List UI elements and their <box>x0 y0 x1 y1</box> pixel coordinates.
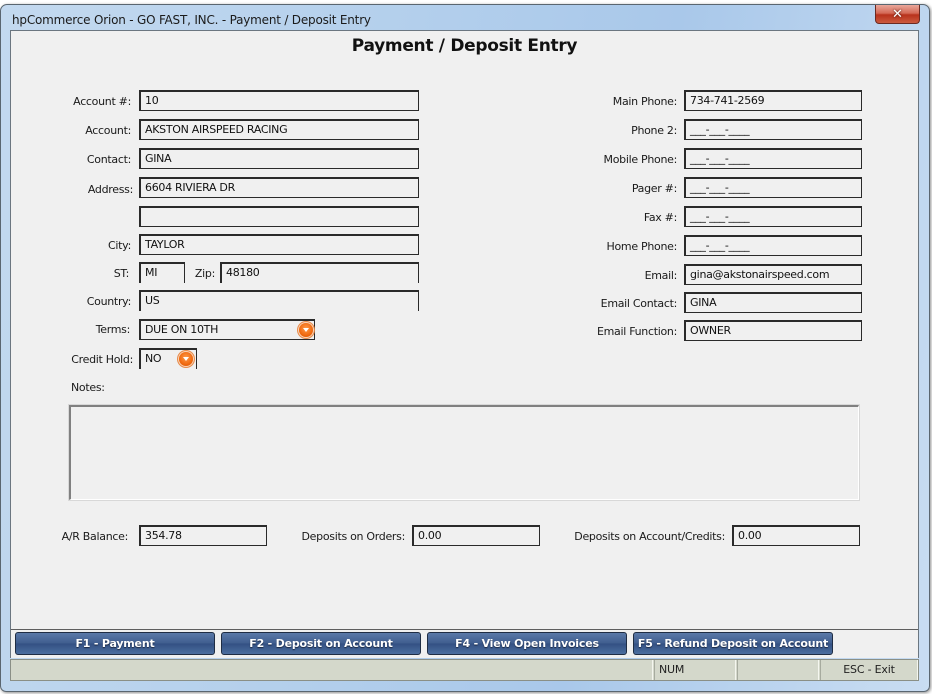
account-field[interactable]: AKSTON AIRSPEED RACING <box>139 119 419 140</box>
ar-balance-field: 354.78 <box>139 525 267 546</box>
chevron-down-icon[interactable] <box>179 352 193 366</box>
status-num-lock: NUM <box>654 660 736 680</box>
button-bar: F1 - Payment F2 - Deposit on Account F4 … <box>11 629 918 658</box>
contact-field[interactable]: GINA <box>139 148 419 169</box>
account-number-label: Account #: <box>73 95 131 108</box>
terms-label: Terms: <box>95 323 131 336</box>
address2-field[interactable] <box>139 206 419 227</box>
email-function-field[interactable]: OWNER <box>684 320 862 341</box>
terms-dropdown[interactable]: DUE ON 10TH <box>139 319 315 340</box>
phone2-field[interactable]: ___-___-____ <box>684 119 862 140</box>
deposits-on-orders-field: 0.00 <box>412 525 540 546</box>
email-contact-field[interactable]: GINA <box>684 292 862 313</box>
contact-label: Contact: <box>86 153 131 166</box>
credit-hold-value: NO <box>145 352 162 365</box>
credit-hold-label: Credit Hold: <box>71 353 133 366</box>
phone2-label: Phone 2: <box>631 124 677 137</box>
zip-label: Zip: <box>194 267 215 280</box>
main-phone-label: Main Phone: <box>612 95 678 108</box>
pager-label: Pager #: <box>631 182 677 195</box>
email-contact-label: Email Contact: <box>600 297 678 310</box>
page-title: Payment / Deposit Entry <box>351 36 578 56</box>
email-label: Email: <box>644 269 678 282</box>
deposits-on-orders-label: Deposits on Orders: <box>301 530 406 543</box>
status-blank <box>737 660 819 680</box>
address-label: Address: <box>87 183 133 196</box>
country-field[interactable]: US <box>139 290 419 311</box>
mobile-phone-label: Mobile Phone: <box>603 153 678 166</box>
account-label: Account: <box>85 124 131 137</box>
status-bar: NUM ESC - Exit <box>10 659 919 681</box>
deposit-on-account-button[interactable]: F2 - Deposit on Account <box>221 632 421 655</box>
zip-field[interactable]: 48180 <box>220 262 419 283</box>
main-phone-field[interactable]: 734-741-2569 <box>684 90 862 111</box>
account-number-field[interactable]: 10 <box>139 90 419 111</box>
country-label: Country: <box>86 295 132 308</box>
window-title: hpCommerce Orion - GO FAST, INC. - Payme… <box>12 13 371 27</box>
payment-button[interactable]: F1 - Payment <box>15 632 215 655</box>
ar-balance-label: A/R Balance: <box>61 530 129 543</box>
fax-field[interactable]: ___-___-____ <box>684 206 862 227</box>
home-phone-field[interactable]: ___-___-____ <box>684 235 862 256</box>
deposits-on-account-field: 0.00 <box>732 525 860 546</box>
view-open-invoices-button[interactable]: F4 - View Open Invoices <box>427 632 627 655</box>
email-function-label: Email Function: <box>596 325 677 338</box>
email-field[interactable]: gina@akstonairspeed.com <box>684 264 862 285</box>
notes-textarea[interactable] <box>68 404 860 501</box>
close-button[interactable]: ✕ <box>875 5 920 24</box>
home-phone-label: Home Phone: <box>606 240 678 253</box>
mobile-phone-field[interactable]: ___-___-____ <box>684 148 862 169</box>
terms-value: DUE ON 10TH <box>145 323 219 336</box>
status-main <box>11 660 653 680</box>
close-icon: ✕ <box>892 6 903 22</box>
refund-deposit-button[interactable]: F5 - Refund Deposit on Account <box>633 632 833 655</box>
deposits-on-account-label: Deposits on Account/Credits: <box>574 530 725 543</box>
state-field[interactable]: MI <box>139 262 185 283</box>
notes-label: Notes: <box>71 381 105 394</box>
fax-label: Fax #: <box>643 211 677 224</box>
address-field[interactable]: 6604 RIVIERA DR <box>139 177 419 198</box>
city-field[interactable]: TAYLOR <box>139 234 419 255</box>
status-esc-exit[interactable]: ESC - Exit <box>820 660 918 680</box>
form-panel: Payment / Deposit Entry Account #: 10 Ac… <box>10 30 919 658</box>
city-label: City: <box>108 239 131 252</box>
chevron-down-icon[interactable] <box>299 323 313 337</box>
state-label: ST: <box>113 267 130 280</box>
pager-field[interactable]: ___-___-____ <box>684 177 862 198</box>
